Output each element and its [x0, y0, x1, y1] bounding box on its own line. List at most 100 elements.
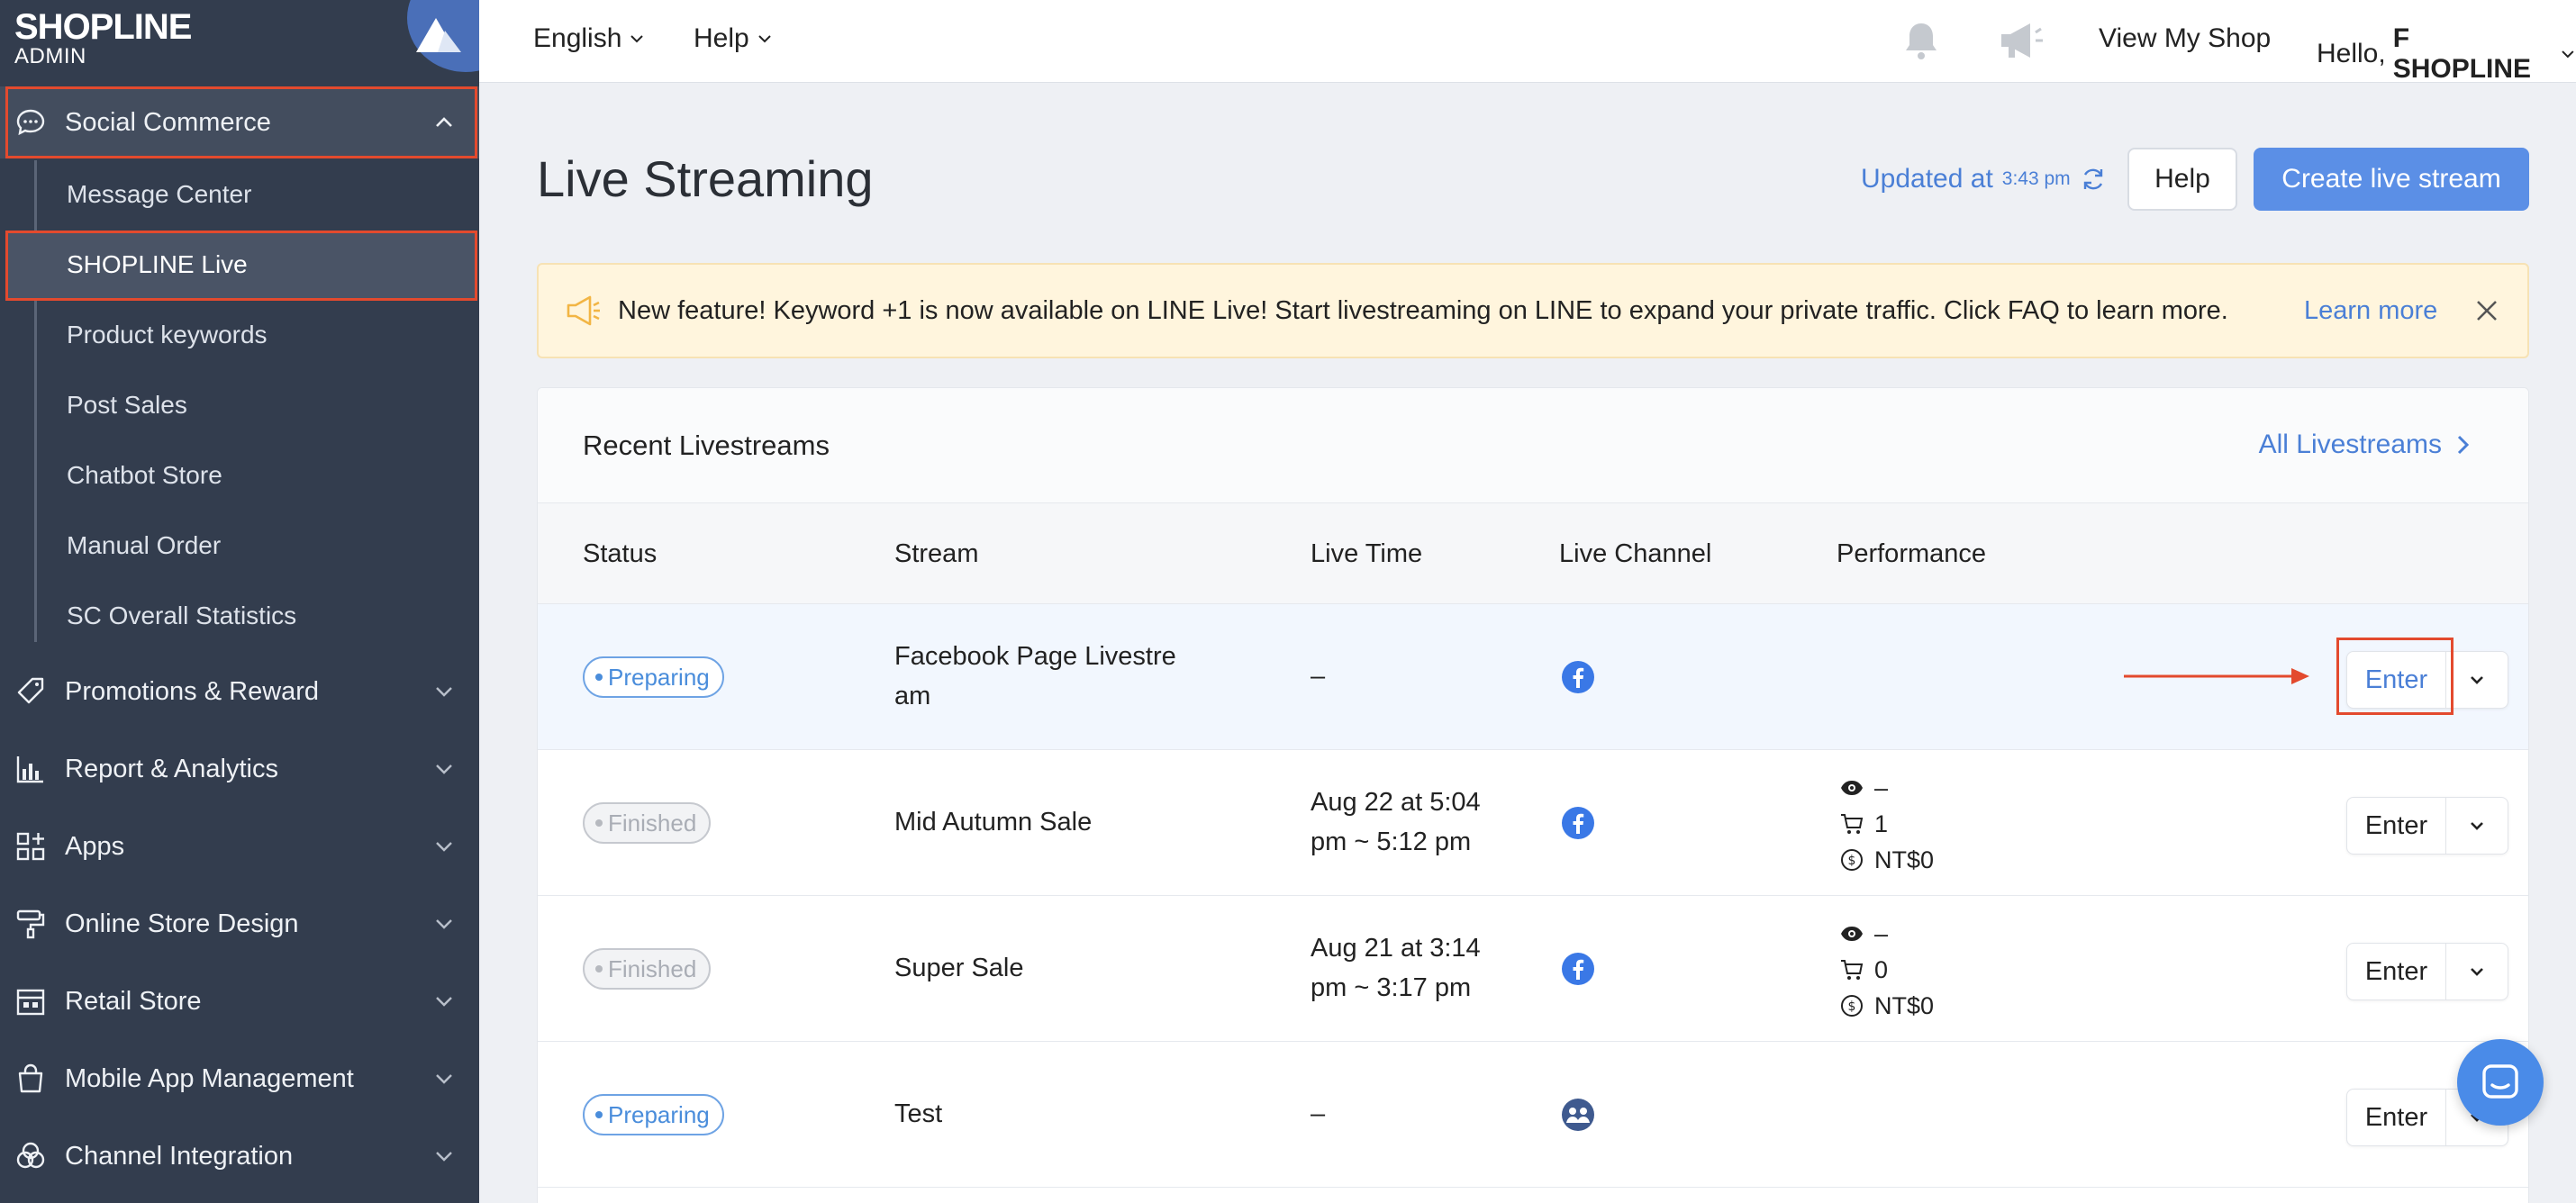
status-badge: Finished — [583, 948, 712, 990]
cart-icon — [1841, 960, 1864, 980]
status-dot — [595, 965, 603, 972]
table-row[interactable]: Finished Super Sale Aug 21 at 3:14 pm ~ … — [538, 896, 2528, 1042]
enter-button-group: Enter — [2346, 797, 2508, 855]
stream-name[interactable]: Mid Autumn Sale — [894, 802, 1201, 842]
sidebar-item-report-analytics[interactable]: Report & Analytics — [0, 733, 479, 805]
live-time-line: Aug 21 at 3:14 — [1311, 934, 1481, 963]
submenu-manual-order[interactable]: Manual Order — [67, 531, 221, 560]
notification-bell-icon[interactable] — [1899, 18, 1944, 63]
all-livestreams-link[interactable]: All Livestreams — [2259, 430, 2471, 460]
status-badge: Finished — [583, 802, 712, 844]
status-badge: Preparing — [583, 1094, 724, 1135]
group-icon — [1562, 1099, 1594, 1131]
dollar-circle-icon: $ — [1841, 849, 1863, 871]
mountain-logo-icon — [416, 18, 461, 52]
stream-name[interactable]: Test — [894, 1094, 1201, 1134]
help-label: Help — [694, 23, 749, 53]
orders-stat: 0 — [1840, 952, 1934, 988]
enter-dropdown-toggle[interactable] — [2446, 944, 2508, 999]
sidebar-item-label: Report & Analytics — [65, 754, 278, 783]
enter-button[interactable]: Enter — [2347, 944, 2446, 999]
submenu-shopline-live[interactable]: SHOPLINE Live — [67, 250, 248, 279]
all-livestreams-label: All Livestreams — [2258, 430, 2442, 459]
view-shop-label: View My Shop — [2099, 23, 2272, 53]
live-time: – — [1311, 662, 1326, 691]
enter-button[interactable]: Enter — [2347, 1090, 2446, 1145]
chevron-down-icon — [436, 842, 452, 852]
apps-grid-icon — [16, 832, 45, 861]
svg-text:$: $ — [1848, 854, 1856, 868]
submenu-chatbot-store[interactable]: Chatbot Store — [67, 461, 222, 490]
close-icon[interactable] — [2473, 297, 2500, 324]
column-status: Status — [583, 539, 658, 568]
user-menu[interactable]: Hello, F SHOPLINE — [2317, 23, 2576, 85]
stream-name-line: Facebook Page Livestre — [894, 642, 1176, 671]
help-dropdown[interactable]: Help — [694, 23, 773, 54]
updated-indicator[interactable]: Updated at 3:43 pm — [1861, 164, 2107, 194]
sidebar: SHOPLINE ADMIN Social Commerce Message C… — [0, 0, 479, 1203]
sidebar-item-label: Retail Store — [65, 986, 202, 1016]
create-live-stream-button[interactable]: Create live stream — [2254, 148, 2529, 211]
status-badge: Preparing — [583, 656, 724, 698]
chevron-right-icon — [2457, 435, 2470, 455]
paint-roller-icon — [16, 909, 45, 939]
sales-value: NT$0 — [1874, 846, 1935, 873]
eye-icon — [1841, 927, 1863, 941]
chevron-down-icon — [757, 35, 771, 43]
chevron-down-icon — [436, 1152, 452, 1162]
megaphone-icon[interactable] — [1996, 18, 2046, 63]
stream-name-line: am — [894, 682, 931, 710]
language-dropdown[interactable]: English — [533, 23, 645, 54]
status-label: Finished — [608, 809, 697, 837]
highlight-social-commerce — [5, 86, 477, 158]
top-bar: English Help View My Shop Hello, F SHOPL… — [479, 0, 2576, 85]
sidebar-item-channel-integration[interactable]: Channel Integration — [0, 1120, 479, 1192]
store-icon — [16, 989, 45, 1016]
enter-button[interactable]: Enter — [2347, 798, 2446, 854]
view-my-shop-link[interactable]: View My Shop — [2099, 23, 2271, 54]
live-time-line: pm ~ 3:17 pm — [1311, 973, 1472, 1002]
views-value: – — [1874, 774, 1889, 801]
status-label: Preparing — [608, 1100, 710, 1128]
live-time: – — [1311, 1099, 1326, 1128]
facebook-icon — [1562, 953, 1594, 985]
user-name: F SHOPLINE — [2392, 23, 2532, 84]
chat-icon — [2482, 1064, 2518, 1099]
table-row[interactable]: Finished Mid Autumn Sale Aug 22 at 5:04 … — [538, 750, 2528, 896]
learn-more-link[interactable]: Learn more — [2304, 296, 2437, 326]
facebook-icon — [1562, 807, 1594, 839]
chevron-down-icon — [436, 764, 452, 774]
submenu-product-keywords[interactable]: Product keywords — [67, 321, 268, 349]
annotation-arrow-icon — [2124, 668, 2309, 684]
sidebar-item-retail-store[interactable]: Retail Store — [0, 965, 479, 1037]
table-row[interactable]: Preparing Test – Enter — [538, 1042, 2528, 1188]
sidebar-item-mobile-app[interactable]: Mobile App Management — [0, 1043, 479, 1115]
stream-name[interactable]: Facebook Page Livestre am — [894, 637, 1201, 716]
status-label: Finished — [608, 954, 697, 982]
brand-logo[interactable]: SHOPLINE ADMIN — [14, 7, 192, 68]
orders-value: 0 — [1874, 956, 1889, 983]
live-time-line: pm ~ 5:12 pm — [1311, 828, 1472, 856]
tag-icon — [17, 677, 44, 704]
column-performance: Performance — [1837, 539, 1987, 568]
submenu-post-sales[interactable]: Post Sales — [67, 391, 187, 420]
orders-stat: 1 — [1840, 806, 1934, 842]
sidebar-item-apps[interactable]: Apps — [0, 810, 479, 882]
chevron-down-icon — [436, 1074, 452, 1084]
live-time: Aug 22 at 5:04 pm ~ 5:12 pm — [1311, 782, 1536, 862]
enter-dropdown-toggle[interactable] — [2446, 798, 2508, 854]
help-button[interactable]: Help — [2127, 148, 2237, 211]
chevron-down-icon — [630, 35, 644, 43]
chat-support-button[interactable] — [2457, 1039, 2544, 1126]
stream-name[interactable]: Super Sale — [894, 948, 1201, 988]
submenu-message-center[interactable]: Message Center — [67, 180, 251, 209]
sidebar-item-online-store-design[interactable]: Online Store Design — [0, 888, 479, 960]
submenu-sc-overall-statistics[interactable]: SC Overall Statistics — [67, 602, 296, 630]
sidebar-item-promotions[interactable]: Promotions & Reward — [0, 656, 479, 728]
refresh-icon[interactable] — [2080, 166, 2107, 193]
sidebar-item-label: Online Store Design — [65, 909, 299, 938]
facebook-icon — [1562, 661, 1594, 693]
enter-dropdown-toggle[interactable] — [2446, 652, 2508, 708]
megaphone-icon — [567, 295, 600, 326]
live-time-line: Aug 22 at 5:04 — [1311, 788, 1481, 817]
